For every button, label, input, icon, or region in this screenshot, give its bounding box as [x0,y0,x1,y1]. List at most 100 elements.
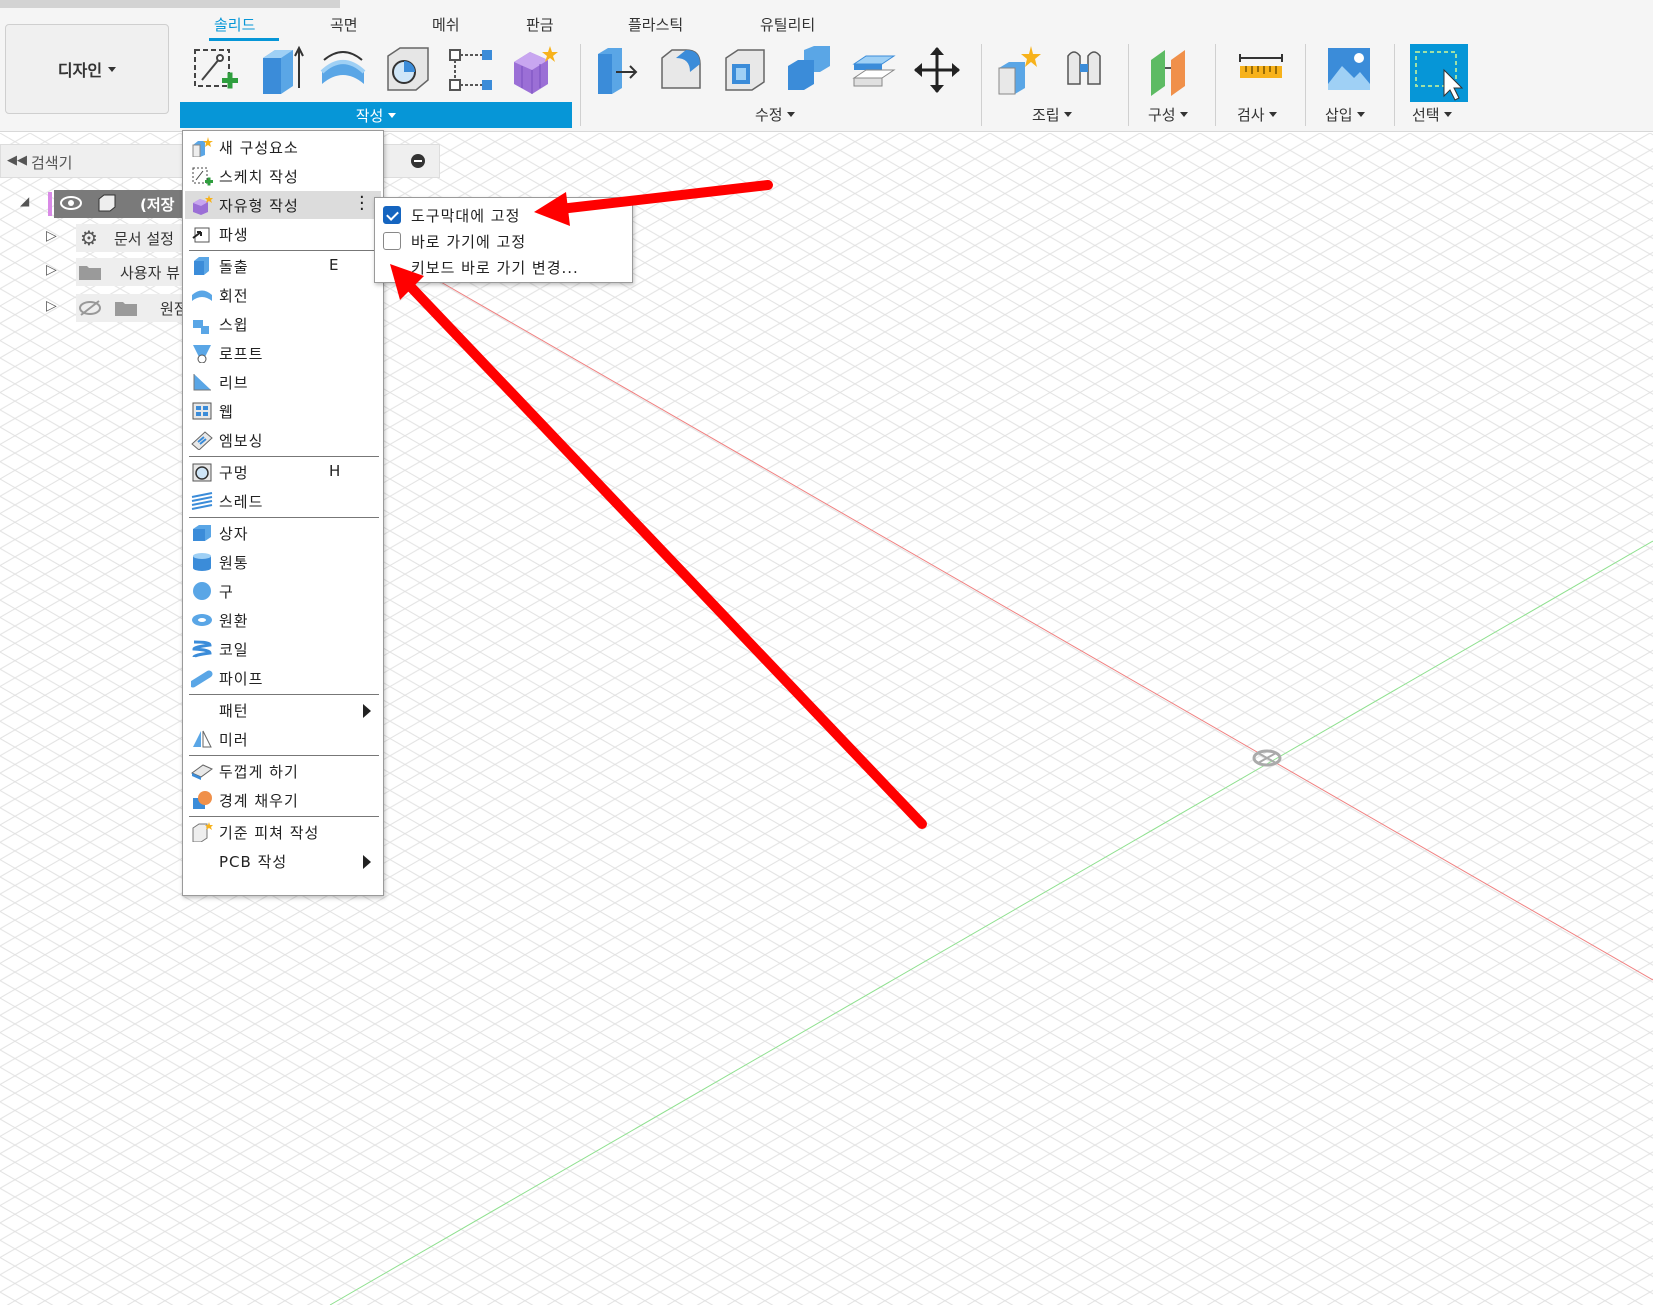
pattern-icon[interactable] [446,44,496,96]
menu-item-label: 구멍 [219,464,249,482]
eye-hidden-icon[interactable] [78,299,102,317]
menu-item-loft[interactable]: 로프트 [185,339,381,367]
pin-to-toolbar-checkbox[interactable] [383,206,401,224]
menu-item-create-form[interactable]: 자유형 작성 · · · [185,189,381,219]
component-icon [98,194,116,212]
menu-item-label: 두껍게 하기 [219,763,299,781]
pin-to-toolbar-label: 도구막대에 고정 [411,207,521,225]
browser-item-named-views[interactable]: ▷ 사용자 뷰 [0,256,190,286]
collapse-arrow-icon[interactable]: ◢ [20,194,29,208]
joint-icon[interactable] [1060,44,1110,96]
menu-item-label: 로프트 [219,345,264,363]
pipe-icon [191,670,213,688]
new-component-icon[interactable] [995,44,1045,96]
pin-to-toolbar-option[interactable]: 도구막대에 고정 [379,202,629,228]
menu-item-derive[interactable]: 파생 [185,220,381,248]
insert-menu-button[interactable]: 삽입 [1325,104,1365,125]
tab-mesh[interactable]: 메쉬 [432,14,460,35]
submenu-arrow-icon [363,855,371,869]
combine-icon[interactable] [784,44,834,96]
menu-item-pipe[interactable]: 파이프 [185,664,381,692]
tab-surface[interactable]: 곡면 [330,14,358,35]
insert-image-icon[interactable] [1324,44,1374,96]
toolbar-divider [1394,44,1395,126]
menu-item-base-feature[interactable]: 기준 피쳐 작성 [185,818,381,846]
change-keyboard-shortcut-option[interactable]: 키보드 바로 가기 변경... [379,254,629,280]
expand-arrow-icon[interactable]: ▷ [46,298,57,314]
inspect-menu-button[interactable]: 검사 [1237,104,1277,125]
create-menu-button[interactable]: 작성 [180,102,572,128]
chevron-down-icon [1443,112,1452,117]
browser-item-origin[interactable]: ▷ 원점 [0,292,190,322]
eye-icon[interactable] [59,194,83,212]
extrude-icon[interactable] [255,44,305,96]
expand-arrow-icon[interactable]: ▷ [46,228,57,244]
select-menu-button[interactable]: 선택 [1412,104,1452,125]
menu-item-torus[interactable]: 원환 [185,606,381,634]
menu-item-box[interactable]: 상자 [185,519,381,547]
fillet-icon[interactable] [656,44,706,96]
hole-icon[interactable] [382,44,432,96]
menu-item-thread[interactable]: 스레드 [185,487,381,515]
menu-item-revolve[interactable]: 회전 [185,281,381,309]
offset-face-icon[interactable] [848,44,898,96]
boundary-fill-icon [193,791,212,809]
tab-solid[interactable]: 솔리드 [214,14,255,35]
workspace-switcher-button[interactable]: 디자인 [5,24,169,114]
browser-item-document-settings[interactable]: ▷ ⚙ 문서 설정 [0,222,190,252]
construct-menu-button[interactable]: 구성 [1148,104,1188,125]
more-options-icon[interactable]: · · · [359,189,365,219]
pin-to-shortcuts-label: 바로 가기에 고정 [411,233,527,251]
new-component-icon [192,137,213,157]
select-tool-icon[interactable] [1410,44,1468,102]
expand-arrow-icon[interactable]: ▷ [46,262,57,278]
minus-circle-icon[interactable] [411,154,425,168]
tab-plastic[interactable]: 플라스틱 [628,14,683,35]
menu-item-boundary-fill[interactable]: 경계 채우기 [185,786,381,814]
menu-item-rib[interactable]: 리브 [185,368,381,396]
revolve-icon[interactable] [318,44,368,96]
menu-item-web[interactable]: 웹 [185,397,381,425]
shell-icon[interactable] [720,44,770,96]
tab-utilities[interactable]: 유틸리티 [760,14,815,35]
toolbar-divider [580,44,581,126]
gear-icon: ⚙ [80,226,98,250]
move-copy-icon[interactable] [912,44,962,96]
tab-sheet-metal[interactable]: 판금 [526,14,554,35]
menu-item-sphere[interactable]: 구 [185,577,381,605]
create-sketch-icon[interactable] [190,44,240,96]
menu-item-emboss[interactable]: 엠보싱 [185,426,381,454]
revolve-icon [192,290,212,301]
menu-item-label: 돌출 [219,258,249,276]
modify-menu-button[interactable]: 수정 [755,104,795,125]
menu-item-create-sketch[interactable]: 스케치 작성 [185,162,381,190]
pin-to-shortcuts-checkbox[interactable] [383,232,401,250]
pin-to-shortcuts-option[interactable]: 바로 가기에 고정 [379,228,629,254]
offset-plane-icon[interactable] [1145,44,1195,96]
mirror-icon [193,730,212,748]
menu-item-new-component[interactable]: 새 구성요소 [185,133,381,161]
menu-item-thicken[interactable]: 두껍게 하기 [185,757,381,785]
change-shortcut-label: 키보드 바로 가기 변경... [411,259,579,277]
press-pull-icon[interactable] [592,44,642,96]
create-group-label: 작성 [355,106,384,125]
menu-item-extrude[interactable]: 돌출 E [185,252,381,280]
freeform-icon[interactable] [508,44,558,96]
menu-item-pattern[interactable]: 패턴 [185,696,381,724]
active-tab-indicator [209,38,279,41]
top-scrollbar[interactable] [0,0,340,8]
menu-item-cylinder[interactable]: 원통 [185,548,381,576]
menu-item-mirror[interactable]: 미러 [185,725,381,753]
menu-item-label: 새 구성요소 [219,139,299,157]
torus-icon [192,614,212,626]
browser-root-node[interactable]: ◢ (저장 [0,188,190,218]
assemble-menu-button[interactable]: 조립 [1032,104,1072,125]
measure-icon[interactable] [1236,44,1286,96]
menu-item-hole[interactable]: 구멍 H [185,458,381,486]
menu-item-sweep[interactable]: 스윕 [185,310,381,338]
thread-icon [191,492,213,510]
toolbar-divider [1305,44,1306,126]
menu-item-create-pcb[interactable]: PCB 작성 [185,847,381,875]
menu-item-coil[interactable]: 코일 [185,635,381,663]
collapse-panel-icon[interactable]: ◀◀ [7,153,27,168]
